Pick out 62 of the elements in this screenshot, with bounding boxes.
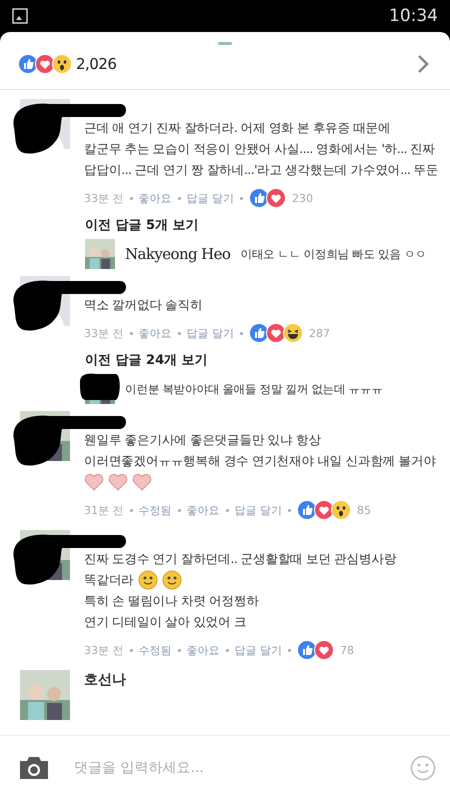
reaction-count: 78 (340, 644, 354, 656)
separator-dot (226, 508, 228, 512)
smiley-emoji-icon (162, 570, 182, 590)
comment-text: 똑같더라 (84, 571, 134, 589)
comment-text: 진짜 도경수 연기 잘하던데.. 군생활할때 보던 관심병사랑 (84, 550, 396, 568)
comment-action-link[interactable]: 답글 달기 (234, 642, 282, 658)
separator-dot (130, 332, 132, 334)
reply-author[interactable]: Nakyeong Heo (125, 245, 230, 263)
comment-action-link[interactable]: 답글 달기 (186, 190, 234, 206)
comment-text: 멱소 깔꺼없다 솔직히 (84, 296, 202, 314)
comment-text: 답답이... 근데 연기 짱 잘하네...'라고 생각했는데 가수였어... 뚜둔 (84, 161, 438, 179)
comment-text: 특히 손 떨림이나 차렷 어정쩡하 (84, 592, 259, 610)
separator-dot (178, 332, 180, 334)
separator-dot (178, 648, 180, 652)
reply-text: 이런분 복받아야대 울애들 정말 낄꺼 없는데 ㅠㅠㅠ (125, 382, 383, 396)
comment-action-link[interactable]: 좋아요 (138, 326, 172, 340)
separator-dot (288, 648, 291, 652)
timestamp: 33분 전 (84, 190, 124, 206)
gallery-icon (12, 8, 28, 24)
reply-text: 이태오 ㄴㄴ 이정희님 빠도 있음 ㅇㅇ (240, 246, 427, 262)
separator-dot (240, 332, 243, 334)
wow-emoji-icon (52, 54, 72, 74)
separator-dot (288, 508, 291, 512)
smiley-icon[interactable] (410, 755, 436, 781)
wow-emoji-icon (331, 500, 351, 520)
status-time: 10:34 (389, 6, 438, 26)
timestamp: 31분 전 (84, 502, 124, 518)
comment-author[interactable]: 호선나 (84, 670, 126, 690)
chevron-right-icon[interactable] (416, 53, 430, 75)
separator-dot (130, 648, 132, 652)
separator-dot (178, 508, 180, 512)
comment-text: 웬일루 좋은기사에 좋은댓글들만 있냐 항상 (84, 431, 321, 449)
comment-text: 이러면좋겠어ㅠㅠ행복해 경수 연기천재야 내일 신과함께 볼거야 (84, 452, 436, 470)
separator-dot (240, 196, 243, 200)
separator-dot (178, 196, 180, 200)
comment-action-link[interactable]: 답글 달기 (186, 326, 234, 340)
comment-action-link[interactable]: 답글 달기 (234, 502, 282, 518)
comment-action-link[interactable]: 좋아요 (186, 642, 220, 658)
laughing-emoji-icon (283, 323, 303, 343)
heart-emoji-icon (84, 472, 104, 490)
timestamp: 33분 전 (84, 642, 124, 658)
timestamp: 33분 전 (84, 326, 124, 340)
comment-text: 칼군무 추는 모습이 적응이 안됐어 사실.... 영화에서는 '하... 진짜 (84, 140, 436, 158)
separator-dot (226, 648, 228, 652)
reaction-count: 287 (309, 326, 330, 340)
reaction-count: 85 (357, 504, 371, 516)
heart-emoji-icon (108, 472, 128, 490)
camera-icon[interactable] (18, 755, 50, 781)
comment-action-link[interactable]: 좋아요 (138, 190, 172, 206)
heart-emoji-icon (132, 472, 152, 490)
comment-action-link[interactable]: 수정됨 (138, 502, 172, 518)
separator-dot (130, 196, 132, 200)
smiley-emoji-icon (138, 570, 158, 590)
view-previous-replies-link[interactable]: 이전 답글 24개 보기 (0, 348, 450, 372)
reaction-total: 2,026 (76, 55, 116, 73)
view-previous-replies-link[interactable]: 이전 답글 5개 보기 (0, 213, 450, 237)
comment-text: 근데 애 연기 진짜 잘하더라. 어제 영화 본 후유증 때문에 (84, 119, 391, 137)
comment-action-link[interactable]: 좋아요 (186, 502, 220, 518)
reaction-count: 230 (292, 192, 313, 204)
comment-action-link[interactable]: 수정됨 (138, 642, 172, 658)
comment-text: 연기 디테일이 살아 있었어 크 (84, 613, 246, 631)
separator-dot (130, 508, 132, 512)
